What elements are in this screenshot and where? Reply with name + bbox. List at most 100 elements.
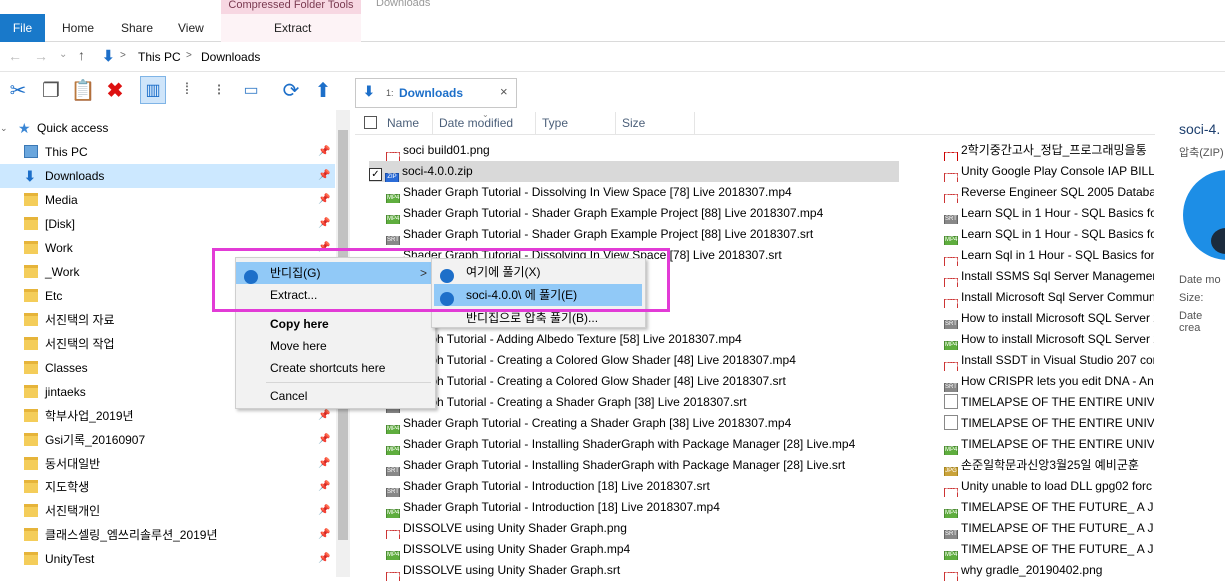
menu-item-cancel[interactable]: Cancel [236, 385, 435, 407]
file-row[interactable]: TIMELAPSE OF THE ENTIRE UNIVERS [944, 413, 1154, 434]
menu-separator [266, 382, 431, 383]
file-row[interactable]: MP4 Shader Graph Tutorial - Dissolving In… [386, 182, 916, 203]
file-row[interactable]: SRT Shader Graph Tutorial - Introduction … [386, 476, 916, 497]
file-row[interactable]: SRT Learn SQL in 1 Hour - SQL Basics for [944, 203, 1154, 224]
file-row[interactable]: PNG Learn Sql in 1 Hour - SQL Basics for … [944, 245, 1154, 266]
file-row[interactable]: SRT How to install Microsoft SQL Server 2 [944, 308, 1154, 329]
breadcrumb-this-pc[interactable]: This PC [138, 50, 181, 64]
sidebar-item[interactable]: ⌄ ★ Quick access [0, 116, 335, 140]
column-size[interactable]: Size [622, 116, 645, 130]
details-view-icon[interactable]: ▥ [140, 76, 166, 104]
file-row[interactable]: MP4TIMELAPSE OF THE FUTURE_ A Journ [944, 539, 1154, 560]
file-row[interactable]: PNG Unity Google Play Console IAP BILLIN [944, 161, 1154, 182]
recent-dropdown-icon[interactable]: ⌄ [59, 49, 67, 60]
column-type[interactable]: Type [542, 116, 568, 130]
sidebar-item[interactable]: UnityTest 📌 [0, 547, 335, 571]
column-date-modified[interactable]: Date modified [439, 116, 513, 130]
file-row[interactable]: MP4 Learn SQL in 1 Hour - SQL Basics for [944, 224, 1154, 245]
up-arrow-icon[interactable]: ↑ [78, 47, 85, 63]
pin-icon[interactable]: 📌 [318, 499, 330, 523]
file-row[interactable]: PNG soci build01.png [386, 140, 916, 161]
jpg-file-icon: JPG [944, 467, 958, 476]
file-row[interactable]: MP4TIMELAPSE OF THE ENTIRE UNIVERS [944, 434, 1154, 455]
pin-icon[interactable]: 📌 [318, 428, 330, 452]
pin-icon[interactable]: 📌 [318, 475, 330, 499]
select-all-checkbox[interactable] [364, 116, 377, 129]
sidebar-item[interactable]: This PC 📌 [0, 140, 335, 164]
file-row[interactable]: TIMELAPSE OF THE ENTIRE UNIVERS [944, 392, 1154, 413]
delete-icon[interactable]: ✖ [102, 76, 128, 104]
column-name[interactable]: Name [387, 116, 419, 130]
file-row[interactable]: ✓ ZIP soci-4.0.0.zip [369, 161, 899, 182]
list-view-icon[interactable]: ⁞ [174, 76, 200, 104]
file-row[interactable]: JPG 손준일학문과신앙3월25일 예비군훈 [944, 455, 1154, 476]
folder-icon [24, 504, 38, 517]
sidebar-item[interactable]: 동서대일반 📌 [0, 452, 335, 476]
tab-file[interactable]: File [0, 14, 45, 42]
pin-icon[interactable]: 📌 [318, 523, 330, 547]
sidebar-item[interactable]: ⬇ Downloads 📌 [0, 164, 335, 188]
sidebar-item[interactable]: Media 📌 [0, 188, 335, 212]
sidebar-item[interactable]: 클래스셀링_엠쓰리솔루션_2019년 📌 [0, 523, 335, 547]
file-row[interactable]: SRTr Graph Tutorial - Creating a Shader … [386, 392, 916, 413]
chevron-down-icon[interactable]: ⌄ [0, 116, 8, 140]
file-row[interactable]: SRT Shader Graph Tutorial - Installing Sh… [386, 455, 916, 476]
breadcrumb-downloads[interactable]: Downloads [201, 50, 260, 64]
tab-home[interactable]: Home [62, 21, 94, 35]
file-row[interactable]: MP4TIMELAPSE OF THE FUTURE_ A Journ [944, 497, 1154, 518]
row-checkbox[interactable]: ✓ [369, 168, 382, 181]
file-row[interactable]: PNG DISSOLVE using Unity Shader Graph.srt [386, 560, 916, 581]
tab-extract[interactable]: Extract [274, 21, 311, 35]
cut-icon[interactable]: ✂ [5, 76, 31, 104]
file-row[interactable]: MP4r Graph Tutorial - Adding Albedo Text… [386, 329, 916, 350]
menu-item-create-shortcuts[interactable]: Create shortcuts here [236, 357, 435, 379]
file-row[interactable]: MP4 DISSOLVE using Unity Shader Graph.mp4 [386, 539, 916, 560]
tab-close-icon[interactable]: × [500, 84, 508, 99]
back-arrow-icon[interactable]: ← [8, 48, 22, 64]
up-folder-icon[interactable]: ⬆ [310, 76, 336, 104]
file-name: DISSOLVE using Unity Shader Graph.png [403, 521, 627, 535]
sidebar-item[interactable]: [Disk] 📌 [0, 212, 335, 236]
srt-file-icon: SRT [944, 320, 958, 329]
file-row[interactable]: MP4r Graph Tutorial - Creating a Colored… [386, 350, 916, 371]
pin-icon[interactable]: 📌 [318, 188, 330, 212]
file-row[interactable]: MP4 Shader Graph Tutorial - Creating a Sh… [386, 413, 916, 434]
sidebar-item[interactable]: 지도학생 📌 [0, 475, 335, 499]
file-row[interactable]: SRT Shader Graph Tutorial - Shader Graph … [386, 224, 916, 245]
paste-icon[interactable]: 📋 [70, 76, 96, 104]
sidebar-item[interactable]: 서진택개인 📌 [0, 499, 335, 523]
menu-item-move-here[interactable]: Move here [236, 335, 435, 357]
tiles-view-icon[interactable]: ⁝ [206, 76, 232, 104]
pin-icon[interactable]: 📌 [318, 452, 330, 476]
file-row[interactable]: SRTr Graph Tutorial - Creating a Colored… [386, 371, 916, 392]
pin-icon[interactable]: 📌 [318, 547, 330, 571]
file-row[interactable]: PNG Install SSMS Sql Server Management [944, 266, 1154, 287]
tab-label[interactable]: Downloads [399, 86, 463, 100]
file-row[interactable]: MP4 Shader Graph Tutorial - Introduction … [386, 497, 916, 518]
file-row[interactable]: MP4 Shader Graph Tutorial - Installing Sh… [386, 434, 916, 455]
menu-item-copy-here[interactable]: Copy here [236, 313, 435, 335]
file-row[interactable]: PNG DISSOLVE using Unity Shader Graph.png [386, 518, 916, 539]
file-row[interactable]: MP4 Shader Graph Tutorial - Shader Graph … [386, 203, 916, 224]
zip-file-icon: ZIP [385, 173, 399, 182]
file-row[interactable]: PNG Install SSDT in Visual Studio 207 com [944, 350, 1154, 371]
pin-icon[interactable]: 📌 [318, 212, 330, 236]
tab-view[interactable]: View [178, 21, 204, 35]
forward-arrow-icon[interactable]: → [34, 48, 48, 64]
file-row[interactable]: PNG Unity unable to load DLL gpg02 forc [944, 476, 1154, 497]
copy-icon[interactable]: ❐ [38, 76, 64, 104]
file-name: r Graph Tutorial - Creating a Colored Gl… [403, 374, 786, 388]
pin-icon[interactable]: 📌 [318, 164, 330, 188]
sidebar-item[interactable]: Gsi기록_20160907 📌 [0, 428, 335, 452]
file-row[interactable]: SRT How CRISPR lets you edit DNA - And [944, 371, 1154, 392]
file-row[interactable]: PNG Install Microsoft Sql Server Commun [944, 287, 1154, 308]
file-row[interactable]: PNG Reverse Engineer SQL 2005 Database [944, 182, 1154, 203]
file-row[interactable]: PNG why gradle_20190402.png [944, 560, 1154, 581]
file-row[interactable]: PDF 2학기중간고사_정답_프로그래밍을통 [944, 140, 1154, 161]
file-row[interactable]: MP4 How to install Microsoft SQL Server 2 [944, 329, 1154, 350]
file-row[interactable]: SRTTIMELAPSE OF THE FUTURE_ A Journ [944, 518, 1154, 539]
pin-icon[interactable]: 📌 [318, 140, 330, 164]
tab-share[interactable]: Share [121, 21, 153, 35]
thumbnail-view-icon[interactable]: ▭ [238, 76, 264, 104]
refresh-icon[interactable]: ⟳ [278, 76, 304, 104]
